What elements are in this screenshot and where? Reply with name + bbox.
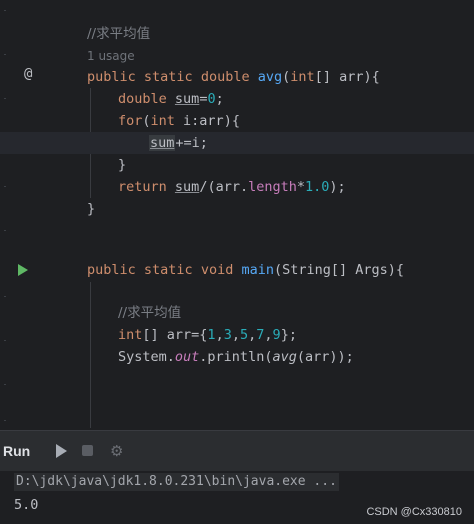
code-text: }; <box>280 327 297 343</box>
keyword: static <box>143 262 193 278</box>
code-editor[interactable]: @ //求平均值 1 usage public static double av… <box>0 0 474 430</box>
watermark: CSDN @Cx330810 <box>366 506 462 518</box>
number: 1.0 <box>305 179 330 195</box>
variable: sum <box>174 91 200 107</box>
keyword: static <box>143 69 193 85</box>
code-line: for(int i:arr){ <box>0 110 474 132</box>
field: length <box>248 179 297 195</box>
keyword: int <box>118 327 143 343</box>
console-command[interactable]: D:\jdk\java\jdk1.8.0.231\bin\java.exe ..… <box>14 473 339 491</box>
code-text: (String[] Args){ <box>274 262 405 278</box>
keyword: return <box>118 179 167 195</box>
code-text: ); <box>329 179 346 195</box>
code-line: } <box>0 154 474 176</box>
variable: sum <box>174 179 200 195</box>
code-text: (arr)); <box>296 349 354 365</box>
usage-hint[interactable]: 1 usage <box>87 45 135 67</box>
code-text: .println( <box>199 349 273 365</box>
debug-icon[interactable]: ⚙ <box>110 441 123 461</box>
comment: //求平均值 <box>118 305 182 321</box>
usage-hint-line: 1 usage <box>0 45 474 67</box>
code-line: double sum=0; <box>0 88 474 110</box>
code-line: //求平均值 <box>0 302 474 324</box>
method-name: avg <box>257 69 283 85</box>
keyword: double <box>200 69 250 85</box>
keyword: for <box>118 113 143 129</box>
run-console[interactable]: D:\jdk\java\jdk1.8.0.231\bin\java.exe ..… <box>0 471 474 524</box>
console-output: 5.0 <box>14 497 39 513</box>
gutter-mark <box>4 10 6 11</box>
code-line: } <box>0 198 474 220</box>
code-text: [] arr){ <box>314 69 380 85</box>
code-text: } <box>118 157 127 173</box>
gutter-mark <box>4 420 6 421</box>
field: out <box>174 349 200 365</box>
code-line: System.out.println(avg(arr)); <box>0 346 474 368</box>
code-text: * <box>296 179 306 195</box>
number: 1 <box>207 327 216 343</box>
code-line: //求平均值 <box>0 23 474 45</box>
code-line: public static void main(String[] Args){ <box>0 259 474 281</box>
number: 7 <box>256 327 265 343</box>
number: 3 <box>223 327 232 343</box>
comment: //求平均值 <box>87 26 151 42</box>
variable: sum <box>149 135 176 151</box>
code-text: } <box>87 201 96 217</box>
keyword: int <box>150 113 175 129</box>
number: 9 <box>272 327 281 343</box>
code-text: ( <box>142 113 151 129</box>
run-toolbar: Run ⚙ <box>0 430 474 471</box>
keyword: void <box>200 262 234 278</box>
keyword: public <box>87 69 136 85</box>
code-text: +=i; <box>175 135 208 151</box>
keyword: int <box>290 69 315 85</box>
method-call: avg <box>272 349 297 365</box>
code-line: return sum/(arr.length*1.0); <box>0 176 474 198</box>
method-name: main <box>241 262 275 278</box>
stop-icon[interactable] <box>82 445 93 456</box>
code-text: [] arr={ <box>142 327 208 343</box>
code-line: public static double avg(int[] arr){ <box>0 66 474 88</box>
code-text: /(arr. <box>199 179 249 195</box>
code-text: i:arr){ <box>174 113 240 129</box>
number: 0 <box>207 91 216 107</box>
keyword: public <box>87 262 136 278</box>
number: 5 <box>239 327 249 343</box>
run-tab-title[interactable]: Run <box>3 431 30 471</box>
rerun-icon[interactable] <box>56 444 67 458</box>
code-text: System. <box>118 349 175 365</box>
code-line: int[] arr={1,3,5,7,9}; <box>118 327 297 343</box>
keyword: double <box>118 91 167 107</box>
code-text: ; <box>215 91 224 107</box>
current-line: sum+=i; <box>0 132 474 154</box>
